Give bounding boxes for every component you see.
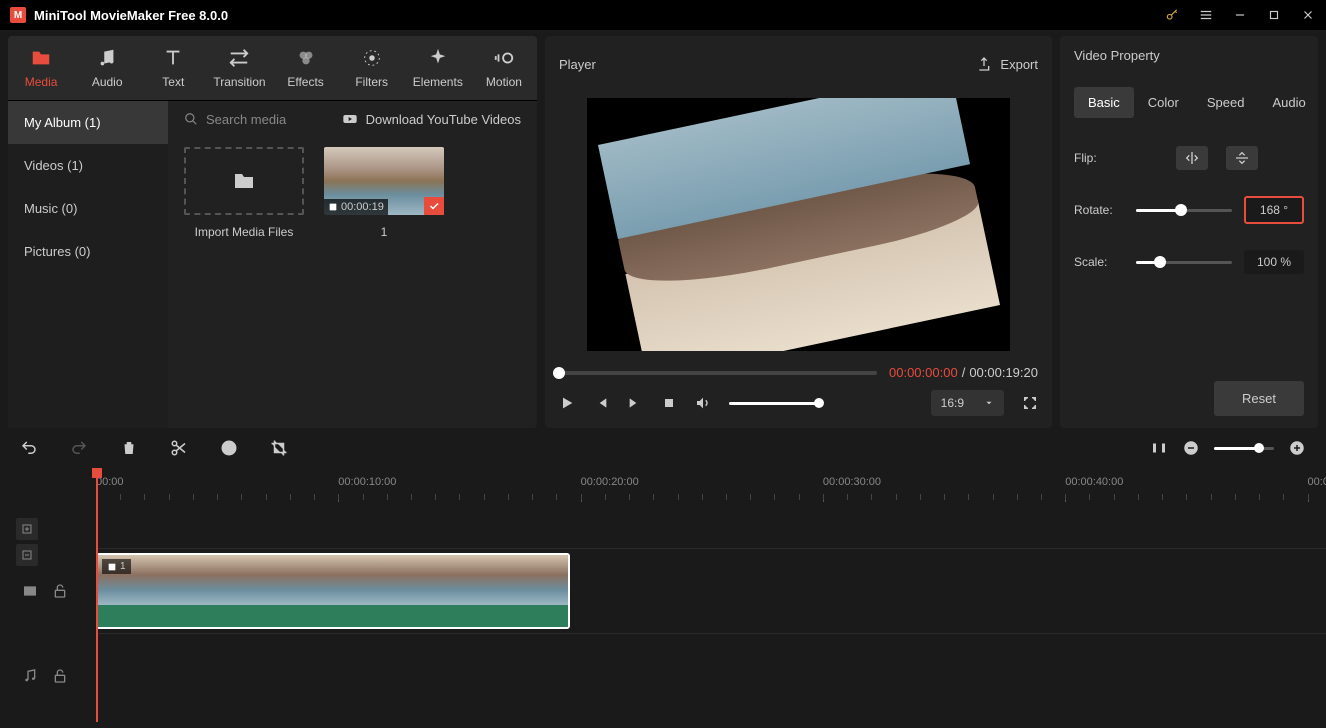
reset-button[interactable]: Reset (1214, 381, 1304, 416)
import-media-button[interactable] (184, 147, 304, 215)
timeline-toolbar (0, 428, 1326, 468)
tab-text[interactable]: Text (140, 36, 206, 100)
tab-transition[interactable]: Transition (206, 36, 272, 100)
app-title: MiniTool MovieMaker Free 8.0.0 (34, 8, 228, 23)
download-youtube-button[interactable]: Download YouTube Videos (342, 111, 521, 127)
thumbnail-index: 1 (381, 225, 388, 239)
timeline-ruler[interactable]: 00:0000:00:10:0000:00:20:0000:00:30:0000… (96, 468, 1326, 508)
volume-slider[interactable] (729, 402, 819, 405)
text-icon (162, 47, 184, 69)
youtube-icon (342, 111, 358, 127)
tab-filters[interactable]: Filters (339, 36, 405, 100)
sidebar-item-pictures[interactable]: Pictures (0) (8, 230, 168, 273)
music-icon (96, 47, 118, 69)
flip-vertical-button[interactable] (1226, 146, 1258, 170)
effects-icon (295, 47, 317, 69)
tab-elements[interactable]: Elements (405, 36, 471, 100)
tab-effects[interactable]: Effects (273, 36, 339, 100)
prev-frame-button[interactable] (593, 395, 609, 411)
scale-label: Scale: (1074, 255, 1124, 269)
tab-audio[interactable]: Audio (74, 36, 140, 100)
sidebar-item-music[interactable]: Music (0) (8, 187, 168, 230)
aspect-ratio-select[interactable]: 16:9 (931, 390, 1004, 416)
properties-title: Video Property (1074, 48, 1304, 63)
redo-button[interactable] (70, 439, 88, 457)
export-icon (976, 56, 992, 72)
time-display: 00:00:00:00 / 00:00:19:20 (889, 365, 1038, 380)
props-tab-speed[interactable]: Speed (1193, 87, 1259, 118)
thumbnail-selected-badge (424, 197, 444, 215)
maximize-icon[interactable] (1266, 7, 1282, 23)
zoom-out-button[interactable] (1182, 439, 1200, 457)
stop-button[interactable] (661, 395, 677, 411)
close-icon[interactable] (1300, 7, 1316, 23)
play-button[interactable] (559, 395, 575, 411)
tab-motion[interactable]: Motion (471, 36, 537, 100)
snap-button[interactable] (1150, 439, 1168, 457)
audio-track[interactable] (96, 633, 1326, 718)
folder-icon (30, 47, 52, 69)
media-sidebar: My Album (1) Videos (1) Music (0) Pictur… (8, 101, 168, 428)
seek-slider[interactable] (559, 371, 877, 375)
scale-value[interactable]: 100 % (1244, 250, 1304, 274)
speed-button[interactable] (220, 439, 238, 457)
video-track-icon (22, 583, 38, 599)
player-title: Player (559, 57, 596, 72)
unlock-icon[interactable] (52, 583, 68, 599)
media-panel: Media Audio Text Transition Effects Filt… (8, 36, 537, 428)
crop-button[interactable] (270, 439, 288, 457)
undo-button[interactable] (20, 439, 38, 457)
rotate-value[interactable]: 168 ° (1244, 196, 1304, 224)
motion-icon (493, 47, 515, 69)
chevron-down-icon (984, 398, 994, 408)
scale-slider[interactable] (1136, 261, 1232, 264)
split-button[interactable] (170, 439, 188, 457)
flip-label: Flip: (1074, 151, 1124, 165)
next-frame-button[interactable] (627, 395, 643, 411)
video-clip[interactable]: 1 (96, 553, 570, 629)
import-label: Import Media Files (195, 225, 294, 239)
zoom-in-button[interactable] (1288, 439, 1306, 457)
properties-panel: Video Property Basic Color Speed Audio F… (1060, 36, 1318, 428)
thumbnail-duration: 00:00:19 (324, 199, 388, 215)
timeline: 00:0000:00:10:0000:00:20:0000:00:30:0000… (0, 468, 1326, 722)
delete-button[interactable] (120, 439, 138, 457)
transition-icon (228, 47, 250, 69)
search-icon (184, 112, 198, 126)
props-tab-audio[interactable]: Audio (1258, 87, 1319, 118)
video-track[interactable]: 1 (96, 548, 1326, 633)
audio-track-icon (22, 668, 38, 684)
main-tabs: Media Audio Text Transition Effects Filt… (8, 36, 537, 101)
volume-button[interactable] (695, 395, 711, 411)
player-panel: Player Export 00:00:00:00 / 00:00:19:20 (545, 36, 1052, 428)
sparkle-icon (427, 47, 449, 69)
playhead[interactable] (96, 468, 98, 722)
sidebar-item-videos[interactable]: Videos (1) (8, 144, 168, 187)
flip-horizontal-button[interactable] (1176, 146, 1208, 170)
filters-icon (361, 47, 383, 69)
export-button[interactable]: Export (976, 56, 1038, 72)
rotate-slider[interactable] (1136, 209, 1232, 212)
search-input[interactable]: Search media (184, 112, 286, 127)
titlebar: M MiniTool MovieMaker Free 8.0.0 (0, 0, 1326, 30)
folder-icon (230, 169, 258, 193)
app-icon: M (10, 7, 26, 23)
clip-index: 1 (102, 559, 131, 574)
unlock-icon[interactable] (52, 668, 68, 684)
menu-icon[interactable] (1198, 7, 1214, 23)
sidebar-item-album[interactable]: My Album (1) (8, 101, 168, 144)
tab-media[interactable]: Media (8, 36, 74, 100)
rotate-label: Rotate: (1074, 203, 1124, 217)
minimize-icon[interactable] (1232, 7, 1248, 23)
video-preview (587, 98, 1010, 351)
fullscreen-button[interactable] (1022, 395, 1038, 411)
film-icon (328, 202, 338, 212)
media-thumbnail[interactable]: 00:00:19 (324, 147, 444, 215)
key-icon[interactable] (1164, 7, 1180, 23)
props-tab-basic[interactable]: Basic (1074, 87, 1134, 118)
zoom-slider[interactable] (1214, 447, 1274, 450)
props-tab-color[interactable]: Color (1134, 87, 1193, 118)
